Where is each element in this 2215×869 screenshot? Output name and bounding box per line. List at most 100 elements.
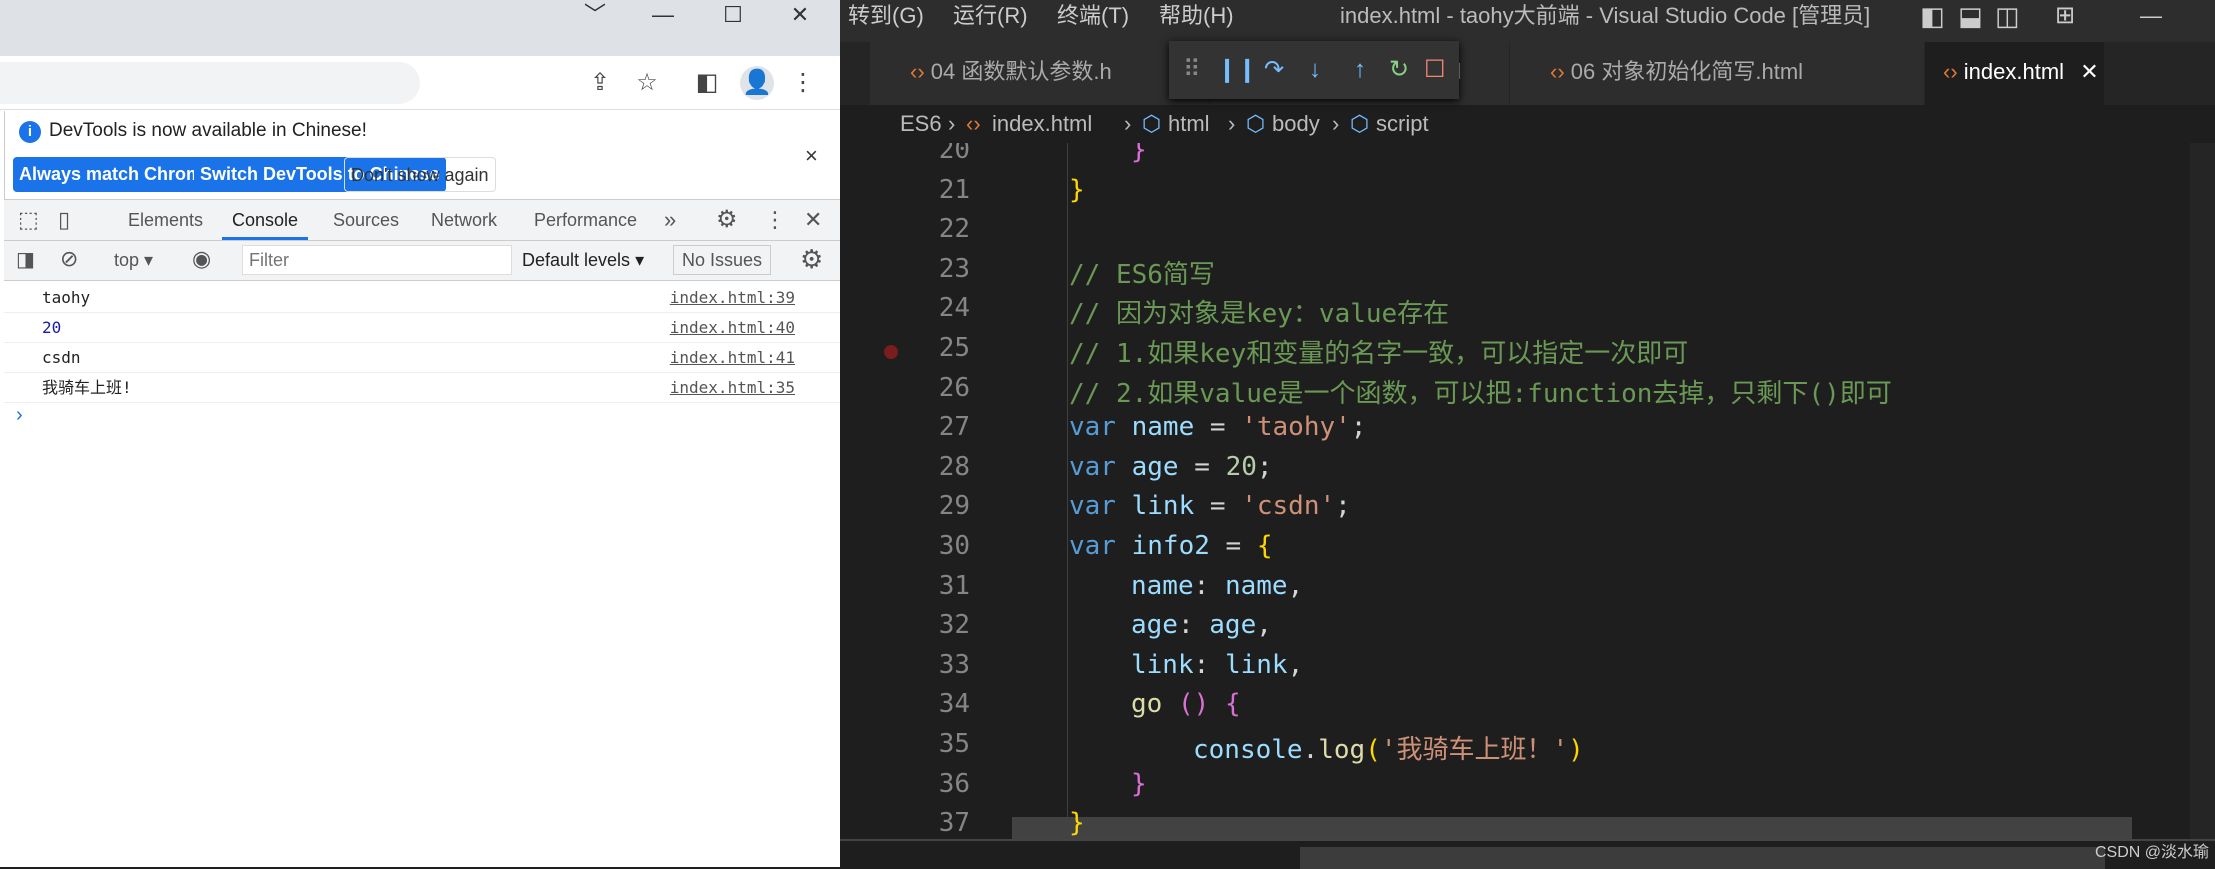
log-levels-dropdown[interactable]: Default levels ▾	[522, 250, 644, 271]
issues-button[interactable]: No Issues	[673, 245, 772, 275]
menu-terminal[interactable]: 终端(T)	[1057, 0, 1129, 32]
code-token-variable: link	[1115, 491, 1195, 522]
message-source-link[interactable]: index.html:40	[670, 313, 795, 343]
toggle-sidebar-icon[interactable]: ◧	[1920, 0, 1945, 32]
step-into-icon[interactable]: ↓	[1309, 41, 1321, 99]
code-token-variable: link	[1224, 649, 1288, 680]
line-number: 28	[938, 451, 970, 482]
tab-elements[interactable]: Elements	[128, 200, 203, 240]
code-token-brace2: {	[1224, 689, 1241, 720]
customize-layout-icon[interactable]: ⊞	[2055, 0, 2075, 32]
breadcrumb-item[interactable]: html	[1168, 105, 1210, 143]
share-icon[interactable]: ⇪	[583, 66, 617, 100]
code-token-variable: console	[1193, 735, 1303, 765]
code-token-comment: // 1.如果key和变量的名字一致，可以指定一次即可	[1069, 339, 1689, 369]
restart-icon[interactable]: ↻	[1389, 41, 1409, 99]
code-line: }	[1069, 175, 1085, 205]
code-token-function: go	[1131, 689, 1163, 720]
code-token-variable: link	[1131, 649, 1194, 680]
stop-icon[interactable]: ☐	[1424, 41, 1446, 99]
sidebar-toggle-icon[interactable]: ◨	[16, 247, 35, 272]
settings-gear-icon[interactable]: ⚙	[716, 200, 738, 240]
chevron-right-icon: ›	[948, 111, 956, 136]
editor-tab[interactable]: ‹› 04 函数默认参数.h	[870, 42, 1210, 105]
code-token-variable: age	[1131, 610, 1178, 641]
breadcrumb-item[interactable]: body	[1272, 105, 1320, 143]
tab-search-button[interactable]: ﹀	[565, 0, 625, 32]
clear-console-icon[interactable]: ⊘	[60, 246, 78, 272]
pause-icon[interactable]: ❙❙	[1217, 41, 1257, 99]
code-editor[interactable]: 20} 21} 22 23 // ES6简写 24 // 因为对象是key：value存在 2…	[840, 143, 2170, 839]
breakpoint-dot[interactable]	[884, 345, 898, 359]
filter-input[interactable]	[242, 245, 512, 275]
close-window-button[interactable]: ✕	[770, 0, 830, 32]
context-selector[interactable]: top ▾	[114, 250, 153, 271]
horizontal-scrollbar[interactable]	[1012, 817, 2132, 839]
line-number: 23	[938, 253, 970, 284]
html-file-icon: ‹›	[1550, 59, 1565, 84]
profile-avatar[interactable]: 👤	[740, 66, 774, 100]
toggle-panel-icon[interactable]: ⬓	[1958, 0, 1983, 32]
console-prompt[interactable]: ›	[16, 404, 23, 427]
info-icon: i	[19, 121, 41, 143]
code-token-text: ,	[1287, 649, 1304, 680]
code-token-variable: age	[1209, 610, 1257, 641]
console-settings-icon[interactable]: ⚙	[800, 244, 823, 275]
console-toolbar: ◨ ⊘ top ▾ ◉ Default levels ▾ No Issues ⚙	[4, 241, 840, 281]
line-number: 27	[938, 412, 970, 443]
watermark: CSDN @淡水瑜	[2095, 844, 2210, 861]
menu-kebab-icon[interactable]: ⋮	[786, 66, 820, 100]
minimap[interactable]	[2190, 143, 2215, 839]
message-source-link[interactable]: index.html:41	[670, 343, 795, 373]
code-token-text: :	[1193, 649, 1225, 680]
tab-network[interactable]: Network	[431, 200, 497, 240]
tab-label: 06 对象初始化简写.html	[1570, 59, 1804, 84]
breadcrumb-item[interactable]: script	[1376, 105, 1429, 143]
code-token-text: =	[1194, 412, 1242, 443]
line-number: 30	[938, 531, 970, 561]
menu-help[interactable]: 帮助(H)	[1159, 0, 1234, 32]
line-number: 26	[938, 372, 970, 403]
bookmark-star-icon[interactable]: ☆	[630, 66, 664, 100]
code-token-string: 'taohy'	[1241, 412, 1351, 443]
drag-handle-icon[interactable]: ⠿	[1183, 41, 1201, 99]
step-out-icon[interactable]: ↑	[1354, 41, 1366, 99]
inspect-element-icon[interactable]: ⬚	[18, 200, 39, 240]
address-bar[interactable]	[0, 62, 420, 104]
dont-show-again-button[interactable]: Don't show again	[344, 157, 496, 192]
panel-input[interactable]	[1845, 847, 2105, 869]
close-notice-button[interactable]: ×	[805, 143, 818, 169]
line-number: 20	[938, 143, 970, 165]
maximize-button[interactable]: ☐	[703, 0, 763, 32]
tab-performance[interactable]: Performance	[534, 200, 637, 240]
code-token-text: .	[1302, 735, 1319, 765]
minimize-button[interactable]: —	[633, 0, 693, 32]
code-line: var info2 = {	[1069, 531, 1273, 561]
minimize-button[interactable]: —	[2140, 0, 2162, 32]
devtools-menu-icon[interactable]: ⋮	[764, 200, 786, 240]
tab-sources[interactable]: Sources	[333, 200, 399, 240]
side-panel-icon[interactable]: ◧	[690, 66, 724, 100]
toggle-secondary-sidebar-icon[interactable]: ◫	[1995, 0, 2020, 32]
panel-filter-input[interactable]	[1300, 847, 1845, 869]
breadcrumb-item[interactable]: ES6	[900, 105, 942, 143]
tab-console[interactable]: Console	[222, 200, 309, 240]
code-token-text: ;	[1335, 491, 1351, 522]
message-source-link[interactable]: index.html:39	[670, 283, 795, 313]
editor-tab-active[interactable]: ‹› index.html ✕	[1925, 42, 2105, 105]
step-over-icon[interactable]: ↷	[1264, 41, 1284, 99]
close-devtools-icon[interactable]: ✕	[804, 200, 822, 240]
message-source-link[interactable]: index.html:35	[670, 373, 795, 403]
live-expression-eye-icon[interactable]: ◉	[192, 246, 211, 272]
close-tab-icon[interactable]: ✕	[2080, 59, 2098, 84]
more-tabs-button[interactable]: »	[664, 200, 676, 240]
menu-goto[interactable]: 转到(G)	[848, 0, 924, 32]
breadcrumb-item[interactable]: index.html	[992, 105, 1092, 143]
bottom-panel	[840, 839, 2215, 869]
editor-tab[interactable]: ‹› 06 对象初始化简写.html	[1510, 42, 1925, 105]
menu-run[interactable]: 运行(R)	[953, 0, 1028, 32]
device-toolbar-icon[interactable]: ▯	[58, 200, 70, 240]
console-message: 我骑车上班! index.html:35	[4, 373, 840, 403]
code-token-text: =	[1194, 491, 1242, 522]
code-line: // 因为对象是key：value存在	[1069, 293, 1449, 330]
